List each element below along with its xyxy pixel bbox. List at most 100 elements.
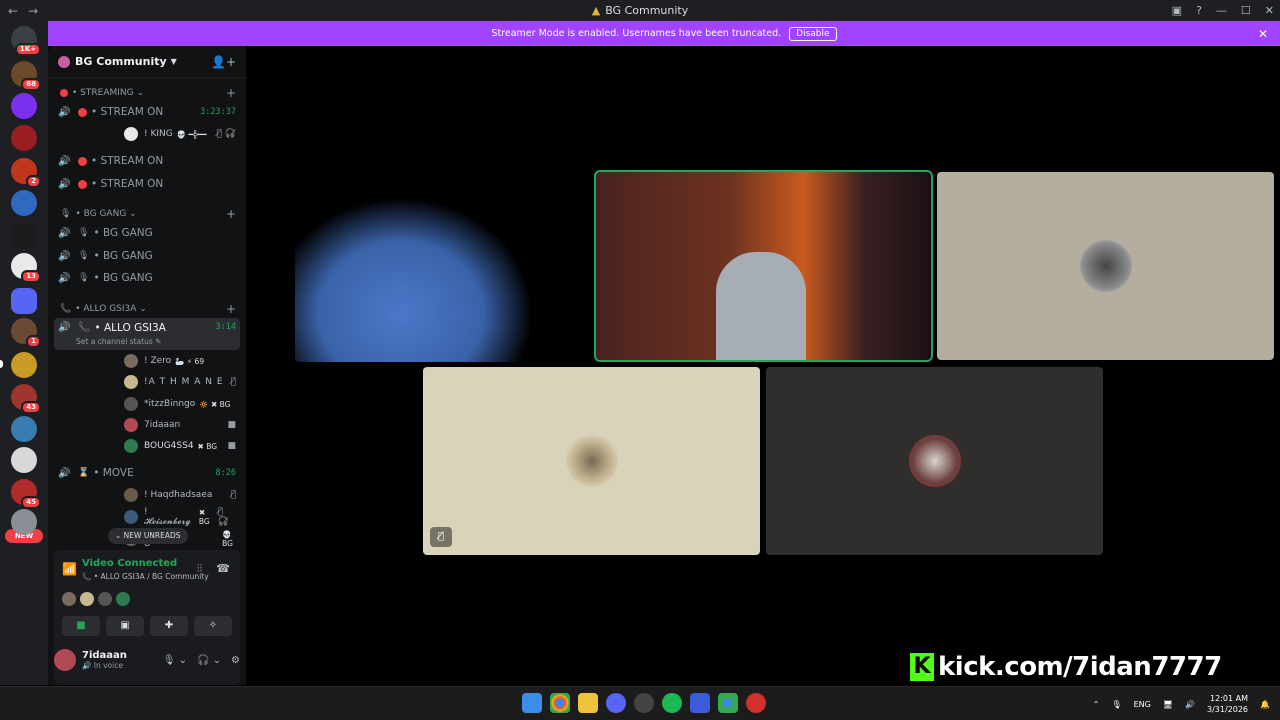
microphone-icon[interactable]: 🎙 — [1111, 700, 1121, 709]
muted-icon: 🎙̸ — [230, 377, 236, 387]
member-itzzbinngo[interactable]: *itzzBinngo 🔅 ✖ BG — [124, 394, 236, 414]
invite-people-icon[interactable]: 👤+ — [211, 55, 236, 69]
voice-location[interactable]: 📞 • ALLO GSI3A / BG Community — [82, 572, 209, 581]
notification-icon[interactable]: 🔔 — [1260, 700, 1270, 709]
obs-icon[interactable] — [634, 693, 654, 713]
clock[interactable]: 12:01 AM 3/31/2026 — [1207, 693, 1248, 715]
server-icon[interactable]: 1K+ — [11, 26, 41, 56]
date: 3/31/2026 — [1207, 705, 1249, 714]
server-icon[interactable] — [11, 509, 37, 535]
add-channel-icon[interactable]: + — [226, 86, 236, 100]
server-icon[interactable] — [11, 190, 37, 216]
server-icon[interactable]: 43 — [11, 384, 41, 414]
start-icon[interactable] — [522, 693, 542, 713]
member-name: ! Zero — [144, 356, 172, 366]
voice-channel-stream-on-2[interactable]: 🔊 • STREAM ON — [54, 151, 240, 171]
server-rail: NEW 1K+ 68 2 13 1 43 45 — [0, 21, 48, 685]
signal-icon[interactable]: 📶 — [62, 562, 77, 576]
add-channel-icon[interactable]: + — [226, 302, 236, 316]
voice-channel-stream-on-3[interactable]: 🔊 • STREAM ON — [54, 174, 240, 194]
server-icon[interactable] — [11, 416, 37, 442]
spotify-icon[interactable] — [662, 693, 682, 713]
voice-channel-bg-gang-3[interactable]: 🔊 🎙 • BG GANG — [54, 268, 240, 288]
network-icon[interactable]: 🖥 — [1163, 700, 1173, 709]
soundboard-button[interactable]: ✧ — [194, 616, 232, 636]
server-header[interactable]: BG Community ▼ 👤+ — [48, 46, 246, 78]
chevron-up-icon[interactable]: ⌃ — [1093, 700, 1100, 709]
video-tile-avatar-3[interactable] — [766, 367, 1103, 555]
phone-icon: 📞 — [78, 322, 91, 333]
disable-button[interactable]: Disable — [789, 26, 837, 41]
member-haqdhadsaea[interactable]: ! Haqdhadsaea 🎙̸ — [124, 485, 236, 505]
youtube-icon[interactable] — [746, 693, 766, 713]
member-7idaaan[interactable]: 7idaaan ■ — [124, 415, 236, 435]
server-icon[interactable]: 1 — [11, 318, 41, 348]
voice-channel-move[interactable]: 🔊 ⌛ • MOVE 8:26 — [54, 463, 240, 483]
mic-icon: 🎙 — [78, 273, 90, 283]
server-icon[interactable]: 13 — [11, 253, 41, 283]
member-boug4ss4[interactable]: BOUG4SS4 ✖ BG ■ — [124, 436, 236, 456]
server-icon[interactable] — [11, 125, 37, 151]
video-tile-avatar-1[interactable] — [937, 172, 1274, 360]
server-icon[interactable] — [11, 352, 37, 378]
channel-status[interactable]: Set a channel status ✎ — [76, 337, 161, 346]
close-icon[interactable]: ✕ — [1258, 27, 1268, 41]
member-athmane[interactable]: !A T H M A N E 🎙̸ — [124, 372, 236, 392]
camera-button[interactable]: ■ — [62, 616, 100, 636]
settings-icon[interactable]: ⚙ — [231, 655, 240, 666]
language-indicator[interactable]: ENG — [1134, 700, 1151, 709]
server-icon[interactable] — [11, 447, 37, 473]
server-icon: ▲ — [591, 4, 601, 17]
noise-suppression-icon[interactable]: ⫶⫶ — [197, 562, 203, 576]
video-tile-avatar-2[interactable]: 🎙̸ — [423, 367, 760, 555]
video-tile-streamer[interactable] — [295, 200, 530, 362]
forward-arrow-icon[interactable]: → — [28, 4, 38, 18]
back-arrow-icon[interactable]: ← — [8, 4, 18, 18]
file-explorer-icon[interactable] — [578, 693, 598, 713]
video-tile-camera[interactable] — [594, 170, 933, 362]
server-icon[interactable]: 2 — [11, 158, 41, 188]
category-allo-gsi3a[interactable]: 📞 • ALLO GSI3A ⌄ + — [60, 302, 236, 316]
app-icon[interactable] — [690, 693, 710, 713]
voice-channel-bg-gang-1[interactable]: 🔊 🎙 • BG GANG — [54, 223, 240, 243]
discord-icon[interactable] — [606, 693, 626, 713]
chrome-profile-icon[interactable] — [718, 693, 738, 713]
window-title: ▲ BG Community — [0, 4, 1280, 17]
server-icon[interactable]: 45 — [11, 479, 41, 509]
speaker-icon: 🔊 — [58, 322, 71, 333]
username[interactable]: 7idaaan — [82, 650, 127, 661]
member-zero[interactable]: ! Zero 🦢 ⚡ 69 — [124, 351, 236, 371]
server-icon[interactable]: 68 — [11, 61, 41, 91]
member-king[interactable]: ! KING 💀 ━╬━━ 🎙̸ 🎧̸ — [124, 124, 236, 144]
help-icon[interactable]: ? — [1196, 4, 1202, 17]
server-icon[interactable] — [11, 288, 37, 314]
headphones-icon[interactable]: 🎧 ⌄ — [197, 655, 221, 666]
category-label: • BG GANG ⌄ — [75, 209, 137, 219]
channel-label: • BG GANG — [93, 250, 153, 262]
activities-button[interactable]: ✚ — [150, 616, 188, 636]
microphone-icon[interactable]: 🎙 ⌄ — [163, 655, 187, 666]
server-icon[interactable] — [11, 222, 37, 248]
volume-icon[interactable]: 🔊 — [1185, 700, 1195, 709]
voice-connected-label[interactable]: Video Connected — [82, 558, 177, 569]
category-streaming[interactable]: • STREAMING ⌄ + — [60, 86, 236, 100]
add-channel-icon[interactable]: + — [226, 207, 236, 221]
voice-channel-bg-gang-2[interactable]: 🔊 🎙 • BG GANG — [54, 246, 240, 266]
avatar — [565, 435, 618, 487]
server-icon[interactable] — [11, 93, 37, 119]
voice-channel-stream-on-1[interactable]: 🔊 • STREAM ON 3:23:37 — [54, 102, 240, 122]
minimize-icon[interactable]: — — [1216, 4, 1227, 17]
voice-channel-allo-gsi3a[interactable]: 🔊 📞 • ALLO GSI3A 3:14 Set a channel stat… — [54, 318, 240, 350]
member-heisenberg[interactable]: ! 𝓗𝓮𝓲𝓼𝓮𝓷𝓫𝓮𝓻𝓰 ✖ BG 🎙̸ 🎧̸ — [124, 507, 236, 527]
close-window-icon[interactable]: ✕ — [1265, 4, 1274, 17]
avatar[interactable] — [54, 649, 76, 671]
chrome-icon[interactable] — [550, 693, 570, 713]
cast-icon[interactable]: ▣ — [1172, 4, 1182, 17]
category-bg-gang[interactable]: 🎙 • BG GANG ⌄ + — [60, 207, 236, 221]
member-name: BOUG4SS4 — [144, 441, 194, 451]
share-screen-button[interactable]: ▣ — [106, 616, 144, 636]
maximize-icon[interactable]: ☐ — [1241, 4, 1251, 17]
channel-timer: 3:14 — [215, 322, 236, 332]
disconnect-icon[interactable]: ☎ — [216, 562, 230, 576]
new-unreads-pill[interactable]: ⌄ NEW UNREADS — [108, 528, 188, 544]
